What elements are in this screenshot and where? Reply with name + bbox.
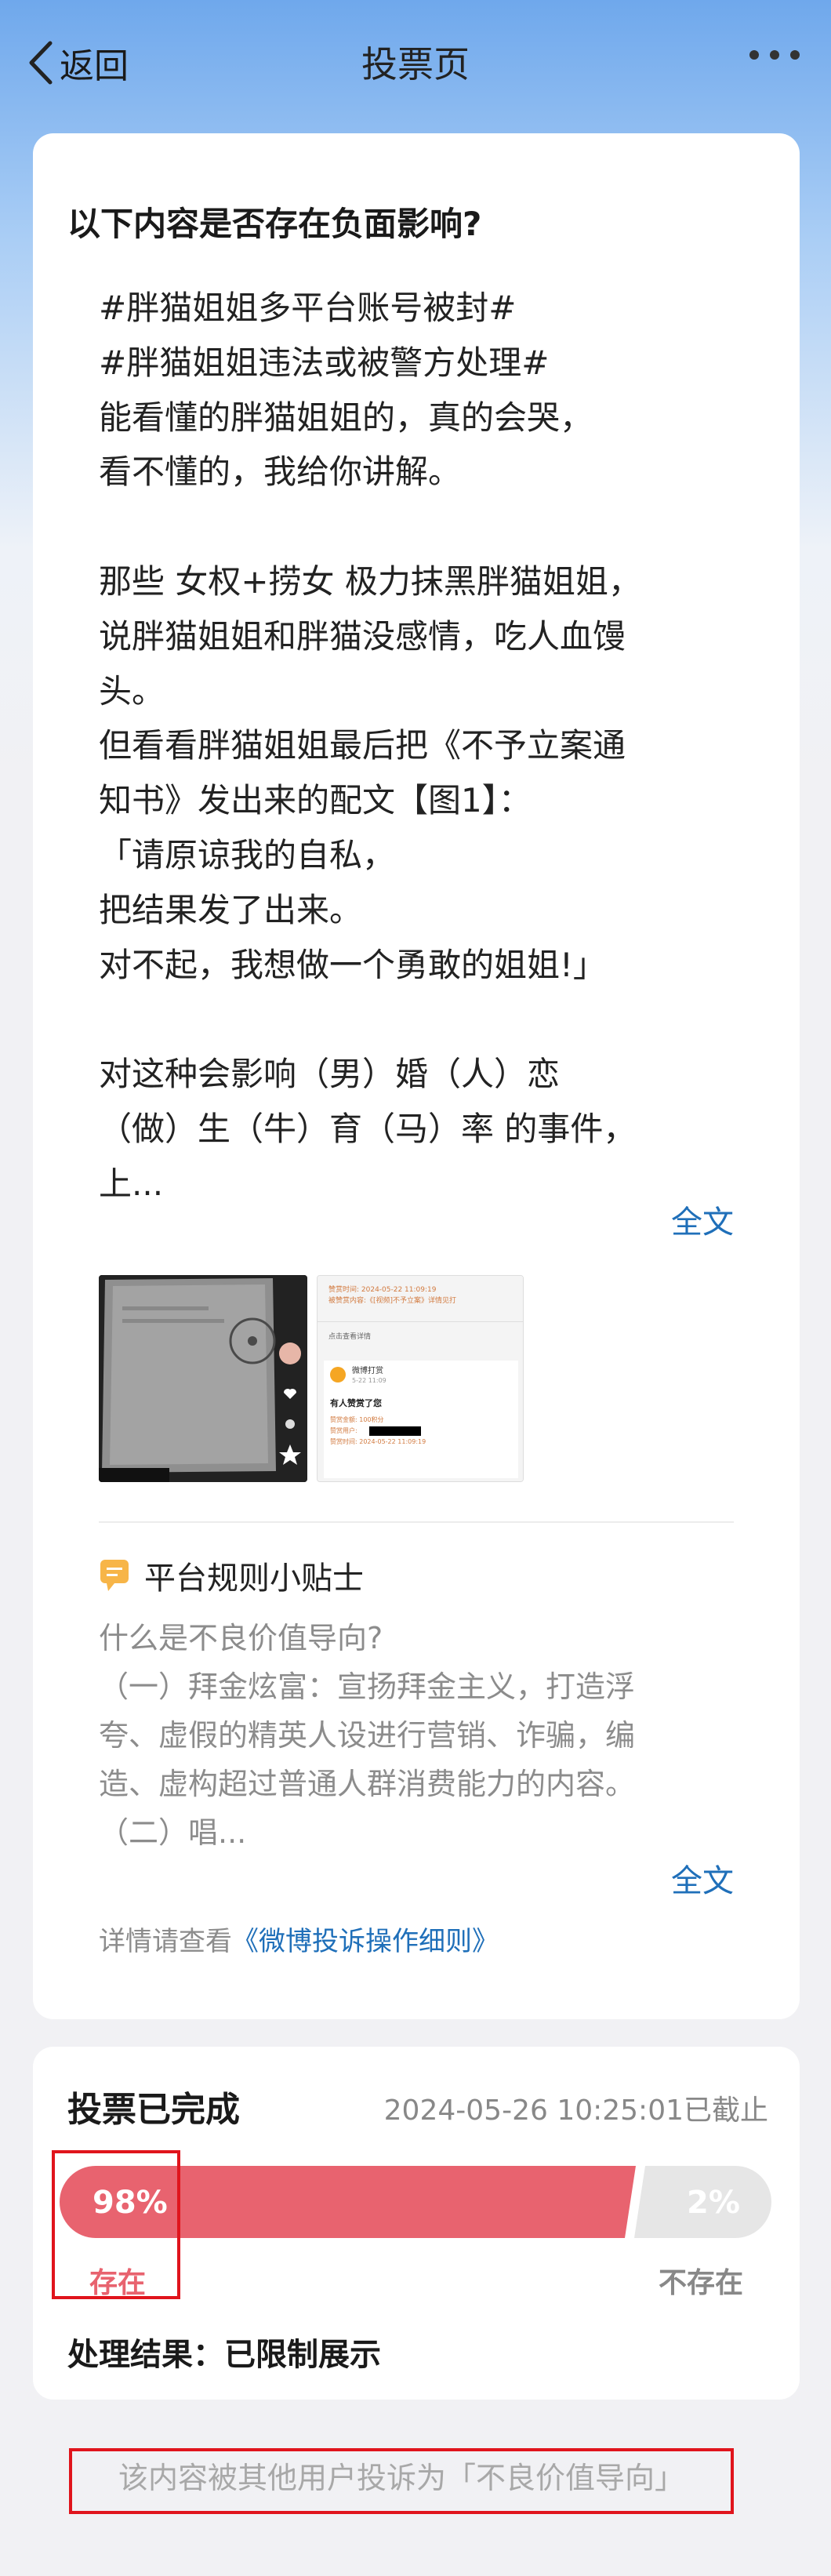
tips-title: 平台规则小贴士	[144, 1560, 364, 1597]
more-icon[interactable]	[749, 50, 800, 60]
page-title: 投票页	[361, 43, 470, 85]
post-line: #胖猫姐姐多平台账号被封#	[99, 289, 517, 327]
vote-status-title: 投票已完成	[67, 2090, 240, 2130]
thumb-text: 5-22 11:09	[352, 1377, 386, 1384]
post-line: 对不起，我想做一个勇敢的姐姐!」	[99, 945, 606, 984]
highlight-box	[52, 2150, 180, 2299]
tips-line: 造、虚构超过普通人群消费能力的内容。	[99, 1767, 636, 1801]
vote-deadline: 2024-05-26 10:25:01已截止	[383, 2095, 768, 2127]
post-line: 能看懂的胖猫姐姐的，真的会哭，	[99, 398, 593, 437]
result-value: 已限制展示	[224, 2337, 381, 2373]
post-line: 「请原谅我的自私，	[99, 835, 396, 874]
post-line: （做）生（牛）育（马）率 的事件，	[99, 1109, 637, 1148]
result-label: 处理结果：	[67, 2337, 224, 2373]
detail-prefix: 详情请查看	[99, 1926, 232, 1957]
post-line: 看不懂的，我给你讲解。	[99, 452, 462, 492]
detail-note: 详情请查看《微博投诉操作细则》	[99, 1920, 499, 1958]
divider	[99, 1521, 734, 1523]
thumb-text: 被赞赏内容:《[视频]不予立案》详情见打	[328, 1295, 456, 1305]
post-line	[99, 992, 742, 1047]
thumb-text: 赞赏用户:	[330, 1426, 357, 1434]
thumb-text: 微博打赏	[352, 1365, 383, 1375]
nav-bar: 返回 投票页	[0, 0, 831, 125]
thumb-text: 点击查看详情	[328, 1332, 371, 1341]
tips-body: 什么是不良价值导向? （一）拜金炫富：宣扬拜金主义，打造浮 夸、虚假的精英人设进…	[99, 1614, 749, 1857]
image-thumb-document[interactable]	[99, 1275, 307, 1482]
thumb-text: 赞赏时间: 2024-05-22 11:09:19	[330, 1437, 426, 1445]
rules-link[interactable]: 《微博投诉操作细则》	[232, 1926, 499, 1957]
post-line	[99, 500, 742, 554]
process-result: 处理结果：已限制展示	[67, 2329, 381, 2374]
tips-icon	[100, 1560, 129, 1591]
image-thumb-reward[interactable]: 赞赏时间: 2024-05-22 11:09:19 被赞赏内容:《[视频]不予立…	[317, 1275, 524, 1482]
vote-question: 以下内容是否存在负面影响?	[67, 205, 482, 243]
post-fulltext-link[interactable]: 全文	[671, 1197, 734, 1242]
tips-line: 夸、虚假的精英人设进行营销、诈骗，编	[99, 1718, 636, 1753]
tips-line: （二）唱...	[99, 1815, 247, 1850]
post-line: 对这种会影响（男）婚（人）恋	[99, 1055, 561, 1094]
post-line: 知书》发出来的配文【图1】：	[99, 781, 532, 820]
thumb-text: 有人赞赏了您	[330, 1397, 382, 1408]
post-line: 那些 女权+捞女 极力抹黑胖猫姐姐，	[99, 561, 641, 601]
post-line: 但看看胖猫姐姐最后把《不予立案通	[99, 726, 626, 765]
tips-line: 什么是不良价值导向?	[99, 1621, 383, 1655]
thumb-text: 赞赏时间: 2024-05-22 11:09:19	[328, 1284, 437, 1294]
option-no-label: 不存在	[659, 2267, 744, 2299]
post-line: 头。	[99, 671, 165, 710]
post-line: 说胖猫姐姐和胖猫没感情，吃人血馒	[99, 616, 626, 656]
post-images: 赞赏时间: 2024-05-22 11:09:19 被赞赏内容:《[视频]不予立…	[99, 1275, 524, 1482]
post-line: 上...	[99, 1164, 164, 1203]
tips-header: 平台规则小贴士	[99, 1553, 364, 1598]
complaint-notice: 该内容被其他用户投诉为「不良价值导向」	[118, 2461, 684, 2495]
tips-fulltext-link[interactable]: 全文	[671, 1855, 734, 1901]
thumb-text: 赞赏金额: 100积分	[330, 1415, 384, 1423]
post-text: #胖猫姐姐多平台账号被封# #胖猫姐姐违法或被警方处理# 能看懂的胖猫姐姐的，真…	[99, 281, 742, 1212]
post-line: 把结果发了出来。	[99, 890, 363, 929]
tips-line: （一）拜金炫富：宣扬拜金主义，打造浮	[99, 1669, 636, 1704]
post-line: #胖猫姐姐违法或被警方处理#	[99, 343, 550, 382]
option-no-percent: 2%	[687, 2185, 740, 2221]
